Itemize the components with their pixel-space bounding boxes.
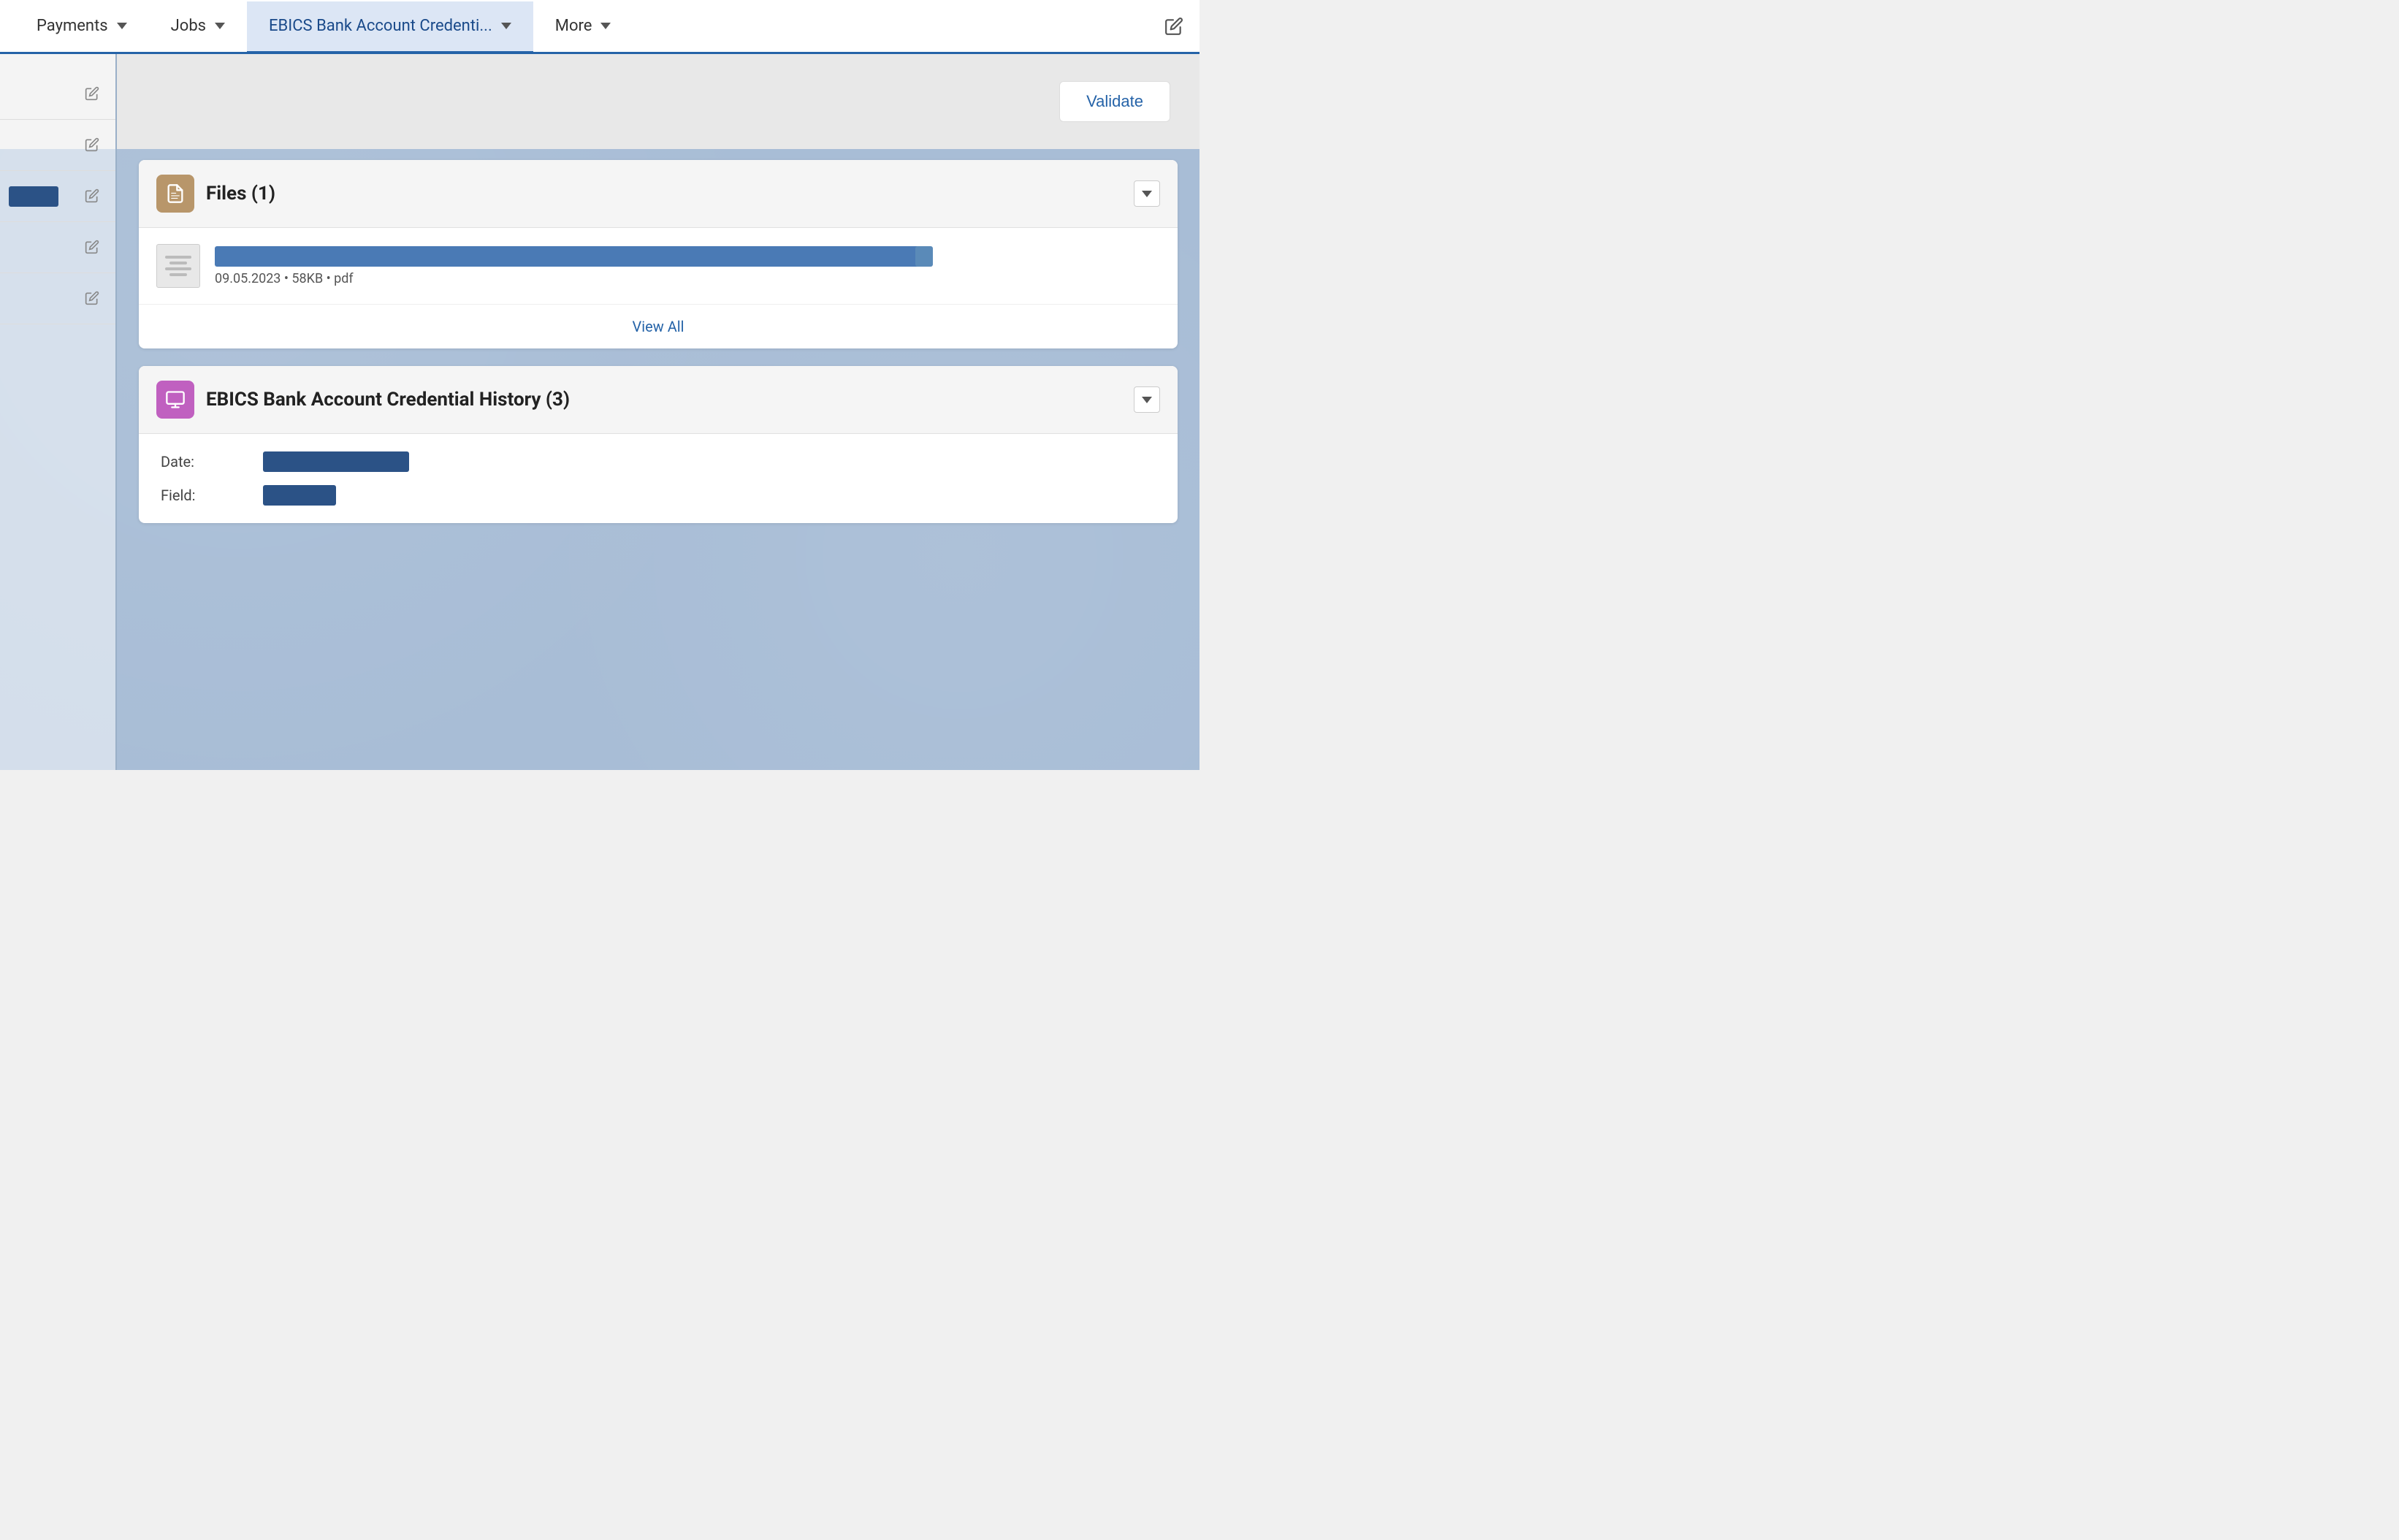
file-info: 09.05.2023 • 58KB • pdf [215,246,1160,286]
sidebar [0,54,117,770]
history-card-header: EBICS Bank Account Credential History (3… [139,366,1178,434]
nav-item-jobs[interactable]: Jobs [149,0,247,52]
ebics-chevron-icon [501,23,511,29]
sidebar-row-2 [0,120,115,171]
main-area: Validate [0,54,1200,770]
file-name-bar[interactable] [215,246,924,267]
nav-item-more[interactable]: More [533,0,633,52]
file-row: 09.05.2023 • 58KB • pdf [139,228,1178,305]
sidebar-edit-icon-2[interactable] [85,137,101,153]
nav-ebics-label: EBICS Bank Account Credenti... [269,17,492,35]
view-all-row: View All [139,305,1178,348]
right-content: Files (1) 09.05.2023 • 58KB • pdf [117,54,1200,770]
nav-payments-label: Payments [37,17,108,35]
payments-chevron-icon [117,23,127,29]
sidebar-edit-icon-3[interactable] [85,188,101,205]
history-card: EBICS Bank Account Credential History (3… [139,366,1178,523]
sidebar-row-3 [0,171,115,222]
jobs-chevron-icon [215,23,225,29]
sidebar-edit-icon-1[interactable] [85,86,101,102]
sidebar-edit-icon-5[interactable] [85,291,101,307]
files-collapse-chevron-icon [1142,191,1152,197]
nav-item-payments[interactable]: Payments [15,0,149,52]
file-thumbnail [156,244,200,288]
edit-icon[interactable] [1163,15,1185,37]
files-collapse-button[interactable] [1134,180,1160,207]
history-date-row: Date: [161,451,1156,472]
nav-jobs-label: Jobs [171,17,206,35]
sidebar-edit-icon-4[interactable] [85,240,101,256]
history-card-title: EBICS Bank Account Credential History (3… [206,389,1122,411]
history-field-value [263,485,336,506]
history-content: Date: Field: [139,434,1178,523]
history-card-icon [156,381,194,419]
history-date-label: Date: [161,453,248,470]
file-meta: 09.05.2023 • 58KB • pdf [215,271,1160,286]
sidebar-row-4 [0,222,115,273]
history-field-row: Field: [161,485,1156,506]
top-navigation: Payments Jobs EBICS Bank Account Credent… [0,0,1200,54]
nav-more-label: More [555,17,592,35]
files-card-icon [156,175,194,213]
files-card: Files (1) 09.05.2023 • 58KB • pdf [139,160,1178,348]
history-date-value [263,451,409,472]
view-all-link[interactable]: View All [633,318,684,335]
history-field-label: Field: [161,487,248,504]
history-collapse-chevron-icon [1142,397,1152,403]
sidebar-row-1 [0,69,115,120]
history-collapse-button[interactable] [1134,386,1160,413]
sidebar-row-5 [0,273,115,324]
files-card-header: Files (1) [139,160,1178,228]
files-card-title: Files (1) [206,183,1122,205]
nav-item-ebics[interactable]: EBICS Bank Account Credenti... [247,1,533,53]
sidebar-blue-bar [9,186,58,207]
more-chevron-icon [600,23,611,29]
